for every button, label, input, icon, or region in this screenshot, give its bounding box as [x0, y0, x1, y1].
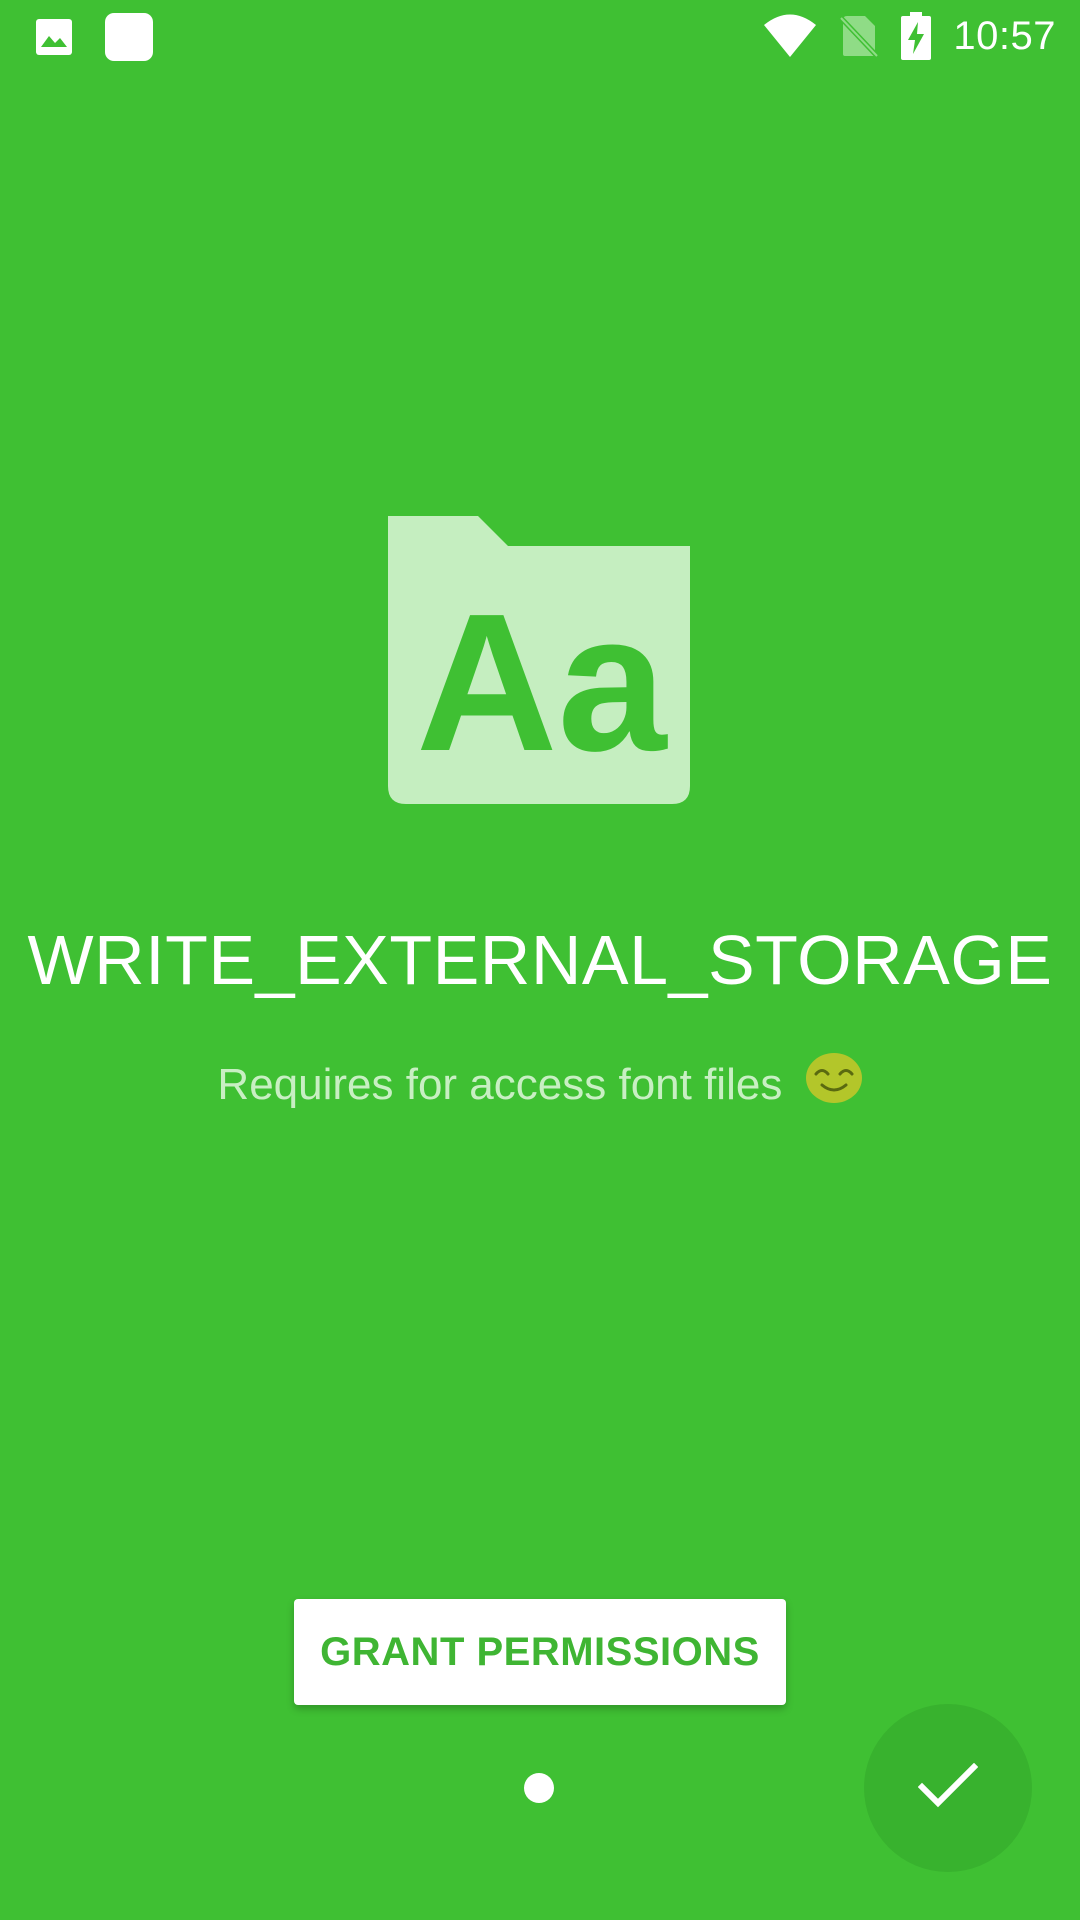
status-bar-system: 10:57 [763, 8, 1056, 64]
image-icon [34, 17, 74, 57]
permission-intro-screen: 10:57 Aa WRITE_EXTERNAL_STORAGE Requires… [0, 0, 1080, 1920]
check-icon [917, 1762, 979, 1814]
battery-charging-icon [901, 12, 932, 60]
page-indicator [524, 1773, 554, 1803]
status-bar: 10:57 [0, 0, 1080, 72]
grant-permissions-button[interactable]: GRANT PERMISSIONS [294, 1599, 786, 1705]
permission-title: WRITE_EXTERNAL_STORAGE [27, 921, 1053, 999]
wifi-icon [763, 14, 817, 58]
status-bar-notifications [34, 12, 154, 62]
permission-subtitle-text: Requires for access font files [217, 1060, 783, 1110]
no-sim-icon [839, 14, 880, 58]
page-indicator-dot-active[interactable] [524, 1773, 554, 1803]
permission-subtitle: Requires for access font files [0, 1053, 1080, 1119]
font-folder-icon: Aa [388, 516, 690, 804]
done-button[interactable] [864, 1704, 1032, 1872]
app-square-icon [104, 12, 154, 62]
smiling-face-icon [805, 1052, 863, 1115]
illustration-letters: Aa [416, 573, 669, 792]
status-time: 10:57 [953, 13, 1056, 58]
